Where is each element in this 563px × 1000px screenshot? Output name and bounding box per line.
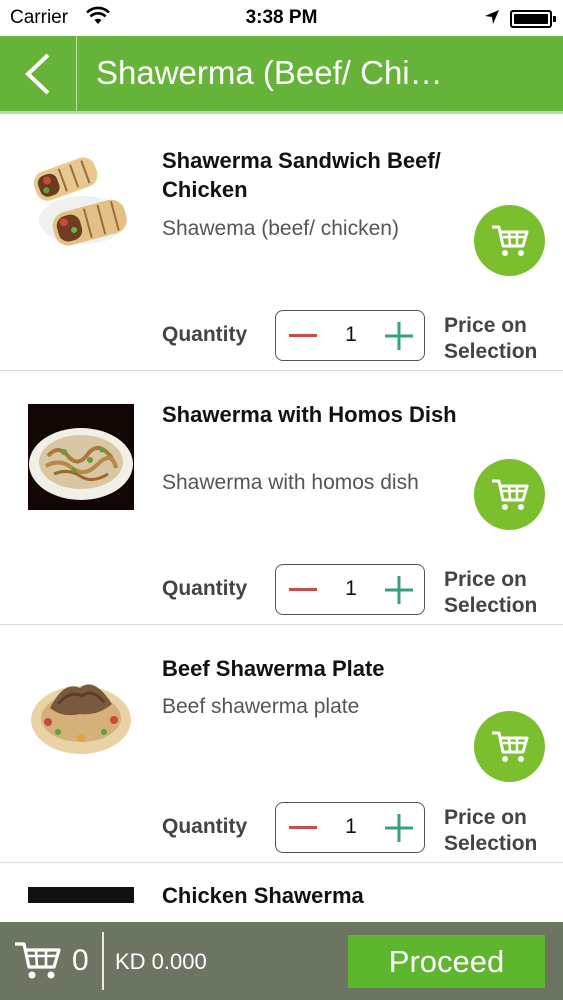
add-to-cart-button[interactable] bbox=[474, 205, 545, 276]
quantity-stepper: 1 bbox=[275, 802, 425, 853]
price-text: Price on Selection bbox=[444, 568, 538, 617]
increase-quantity-button[interactable] bbox=[382, 317, 416, 355]
quantity-stepper: 1 bbox=[275, 564, 425, 615]
add-to-cart-button[interactable] bbox=[474, 711, 545, 782]
cart-icon bbox=[491, 479, 528, 510]
product-item: Shawerma Sandwich Beef/ Chicken Shawema … bbox=[0, 117, 563, 371]
battery-icon bbox=[510, 10, 556, 28]
quantity-value: 1 bbox=[345, 323, 357, 346]
product-name: Shawerma with Homos Dish bbox=[162, 402, 457, 427]
quantity-value: 1 bbox=[345, 577, 357, 600]
location-arrow-icon bbox=[484, 9, 500, 30]
quantity-stepper: 1 bbox=[275, 310, 425, 361]
product-name: Beef Shawerma Plate bbox=[162, 656, 385, 681]
decrease-quantity-button[interactable] bbox=[286, 809, 320, 847]
product-description: Shawerma with homos dish bbox=[162, 471, 419, 494]
quantity-label: Quantity bbox=[162, 323, 248, 346]
cart-icon bbox=[491, 731, 528, 762]
minus-icon bbox=[289, 334, 317, 337]
chevron-left-icon bbox=[25, 53, 50, 94]
status-bar: Carrier 3:38 PM bbox=[0, 0, 563, 36]
page-title: Shawerma (Beef/ Chi… bbox=[96, 54, 443, 91]
product-name: Shawerma Sandwich Beef/ Chicken bbox=[162, 148, 441, 202]
minus-icon bbox=[289, 588, 317, 591]
quantity-value: 1 bbox=[345, 815, 357, 838]
product-item: Beef Shawerma Plate Beef shawerma plate … bbox=[0, 625, 563, 863]
plus-icon bbox=[385, 576, 413, 604]
cart-total: KD 0.000 bbox=[115, 949, 207, 974]
decrease-quantity-button[interactable] bbox=[286, 571, 320, 609]
product-name: Chicken Shawerma bbox=[162, 883, 364, 905]
bottom-cart-bar: 0 KD 0.000 Proceed bbox=[0, 922, 563, 1000]
nav-bar: Shawerma (Beef/ Chi… bbox=[0, 36, 563, 114]
product-image-shawerma-homos-dish bbox=[28, 404, 134, 510]
product-description: Shawema (beef/ chicken) bbox=[162, 217, 399, 240]
price-text: Price on Selection bbox=[444, 806, 538, 855]
increase-quantity-button[interactable] bbox=[382, 571, 416, 609]
plus-icon bbox=[385, 814, 413, 842]
cart-icon bbox=[491, 225, 528, 256]
quantity-label: Quantity bbox=[162, 815, 248, 838]
clock: 3:38 PM bbox=[245, 7, 318, 28]
bottom-divider bbox=[102, 932, 104, 990]
product-item: Chicken Shawerma bbox=[0, 863, 563, 905]
product-item: Shawerma with Homos Dish Shawerma with h… bbox=[0, 371, 563, 625]
proceed-button[interactable]: Proceed bbox=[348, 935, 545, 988]
product-image-beef-shawerma-plate bbox=[28, 658, 134, 764]
product-description: Beef shawerma plate bbox=[162, 695, 360, 718]
back-button[interactable] bbox=[0, 36, 76, 111]
price-text: Price on Selection bbox=[444, 314, 538, 363]
nav-divider bbox=[76, 36, 77, 111]
product-image-shawerma-sandwich bbox=[28, 150, 134, 256]
plus-icon bbox=[385, 322, 413, 350]
increase-quantity-button[interactable] bbox=[382, 809, 416, 847]
decrease-quantity-button[interactable] bbox=[286, 317, 320, 355]
minus-icon bbox=[289, 826, 317, 829]
product-list[interactable]: Shawerma Sandwich Beef/ Chicken Shawema … bbox=[0, 117, 563, 905]
cart-count: 0 bbox=[72, 944, 89, 977]
product-image-chicken-shawerma bbox=[28, 887, 134, 903]
quantity-label: Quantity bbox=[162, 577, 248, 600]
cart-icon[interactable] bbox=[14, 940, 62, 985]
add-to-cart-button[interactable] bbox=[474, 459, 545, 530]
